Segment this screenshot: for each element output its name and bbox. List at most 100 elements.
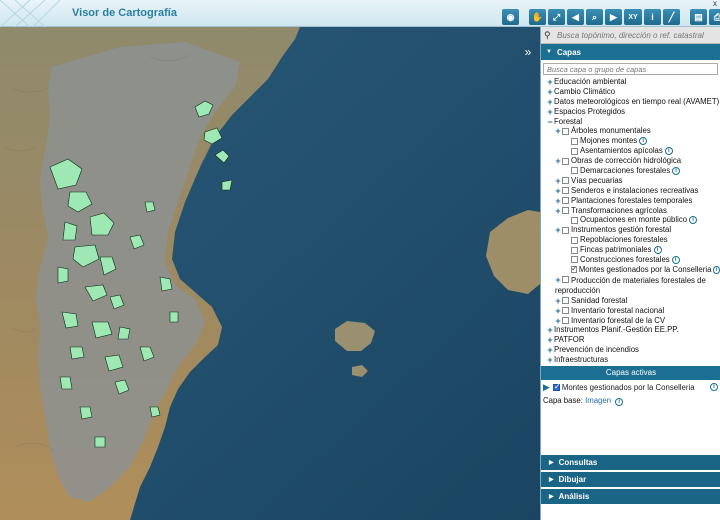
layer-tree-item[interactable]: + Instrumentos gestión forestal: [547, 225, 720, 235]
basemap-value[interactable]: Imagen: [585, 396, 611, 405]
layers-section-header[interactable]: ▼ Capas: [541, 44, 720, 60]
layer-tree-item[interactable]: Asentamientos apícolas i: [547, 146, 720, 156]
measure-tool-button[interactable]: ╱: [663, 9, 680, 25]
expand-icon[interactable]: +: [555, 306, 561, 316]
layer-tree-item[interactable]: + Árboles monumentales: [547, 126, 720, 136]
eye-tool-button[interactable]: ◉: [502, 9, 519, 25]
play-icon[interactable]: ▶: [543, 382, 550, 393]
layer-tree-item[interactable]: + Infraestructuras: [547, 355, 720, 365]
layer-tree-item[interactable]: Demarcaciones forestales i: [547, 166, 720, 176]
layer-checkbox[interactable]: [562, 307, 569, 315]
expand-icon[interactable]: +: [547, 77, 553, 87]
layer-tree-item[interactable]: + Transformaciones agrícolas: [547, 206, 720, 216]
active-layer-row[interactable]: ▶ Montes gestionados por la Conselleria …: [543, 381, 719, 393]
layer-tree-item[interactable]: Montes gestionados por la Conselleriai: [547, 264, 720, 275]
info-icon[interactable]: i: [672, 166, 681, 175]
expand-panel-icon[interactable]: »: [520, 45, 536, 61]
layer-checkbox[interactable]: [562, 207, 569, 215]
search-input[interactable]: [554, 30, 714, 40]
forward-tool-button[interactable]: ▶: [605, 9, 622, 25]
active-layer-checkbox[interactable]: [552, 382, 561, 391]
expand-icon[interactable]: +: [547, 107, 553, 117]
layer-tree-item[interactable]: + Prevención de incendios: [547, 345, 720, 355]
expand-icon[interactable]: +: [555, 196, 561, 206]
expand-icon[interactable]: +: [555, 316, 561, 326]
layer-tree-item[interactable]: + Inventario forestal nacional: [547, 306, 720, 316]
layer-tree-item[interactable]: + Espacios Protegidos: [547, 107, 720, 117]
expand-icon[interactable]: +: [555, 176, 561, 186]
expand-icon[interactable]: +: [547, 325, 553, 335]
expand-icon[interactable]: +: [547, 97, 553, 107]
collapse-icon[interactable]: −: [547, 117, 553, 127]
expand-icon[interactable]: +: [555, 206, 561, 216]
layer-checkbox[interactable]: [562, 275, 569, 283]
layer-tree-item[interactable]: + Producción de materiales forestales de …: [547, 275, 720, 296]
layer-checkbox[interactable]: [571, 216, 578, 224]
pan-tool-button[interactable]: ✋: [529, 9, 546, 25]
layer-tree-item[interactable]: Fincas patrimoniales i: [547, 245, 720, 255]
print-preview-tool-button[interactable]: ▤: [690, 9, 707, 25]
layer-checkbox[interactable]: [571, 167, 578, 175]
layer-tree-item[interactable]: + Cambio Climático: [547, 87, 720, 97]
layer-tree-item[interactable]: + Vías pecuarias: [547, 176, 720, 186]
layer-tree-item[interactable]: + Plantaciones forestales temporales: [547, 196, 720, 206]
layer-checkbox[interactable]: [562, 226, 569, 234]
layer-checkbox[interactable]: [571, 246, 578, 254]
layer-search-input[interactable]: [544, 64, 717, 74]
layer-tree-item[interactable]: + Instrumentos Planif.-Gestión EE.PP.: [547, 325, 720, 335]
expand-icon[interactable]: +: [555, 225, 561, 235]
zoom-tool-button[interactable]: ⌕: [586, 9, 603, 25]
layer-checkbox[interactable]: [562, 177, 569, 185]
expand-icon[interactable]: +: [547, 87, 553, 97]
layer-checkbox[interactable]: [562, 317, 569, 325]
layer-checkbox[interactable]: [562, 187, 569, 195]
layer-tree-item[interactable]: + Obras de corrección hidrológica: [547, 156, 720, 166]
layer-tree-item[interactable]: + Sanidad forestal: [547, 296, 720, 306]
expand-icon[interactable]: +: [547, 345, 553, 355]
zoom-extent-tool-button[interactable]: ⤢: [548, 9, 565, 25]
layer-tree-item[interactable]: − Forestal: [547, 117, 720, 127]
expand-icon[interactable]: +: [555, 126, 561, 136]
layer-tree-item[interactable]: + PATFOR: [547, 335, 720, 345]
layer-checkbox[interactable]: [562, 297, 569, 305]
layer-checkbox[interactable]: [562, 127, 569, 135]
dibujar-section-header[interactable]: ▶ Dibujar: [541, 472, 720, 487]
map-image[interactable]: [0, 27, 540, 520]
layer-checkbox[interactable]: [571, 256, 578, 264]
expand-icon[interactable]: +: [555, 296, 561, 306]
xy-tool-button[interactable]: XY: [624, 9, 642, 25]
map-view[interactable]: »: [0, 27, 540, 520]
info-icon[interactable]: i: [689, 216, 698, 225]
info-icon[interactable]: i: [671, 255, 680, 264]
info-icon[interactable]: i: [653, 246, 662, 255]
layer-checkbox[interactable]: [562, 157, 569, 165]
info-icon[interactable]: i: [615, 398, 624, 406]
info-icon[interactable]: i: [664, 147, 673, 156]
info-tool-button[interactable]: i: [644, 9, 661, 25]
layer-tree-item[interactable]: + Educación ambiental: [547, 77, 720, 87]
layer-tree-item[interactable]: Mojones montes i: [547, 136, 720, 146]
info-icon[interactable]: i: [713, 265, 720, 274]
layer-tree-item[interactable]: Repoblaciones forestales: [547, 235, 720, 245]
info-icon[interactable]: i: [639, 137, 648, 146]
layer-checkbox[interactable]: [571, 137, 578, 145]
expand-icon[interactable]: +: [547, 355, 553, 365]
close-icon[interactable]: x: [713, 0, 717, 8]
back-tool-button[interactable]: ◀: [567, 9, 584, 25]
layer-checkbox[interactable]: [571, 147, 578, 155]
analisis-section-header[interactable]: ▶ Análisis: [541, 489, 720, 504]
layer-checkbox[interactable]: [562, 197, 569, 205]
layer-tree-item[interactable]: Ocupaciones en monte público i: [547, 215, 720, 225]
layer-tree-item[interactable]: + Senderos e instalaciones recreativas: [547, 186, 720, 196]
expand-icon[interactable]: +: [555, 275, 561, 285]
layer-checkbox[interactable]: [571, 264, 577, 274]
expand-icon[interactable]: +: [547, 335, 553, 345]
expand-icon[interactable]: +: [555, 186, 561, 196]
info-icon[interactable]: i: [710, 383, 718, 391]
print-tool-button[interactable]: ⎙: [709, 9, 720, 25]
layer-tree-item[interactable]: + Inventario forestal de la CV: [547, 316, 720, 326]
consultas-section-header[interactable]: ▶ Consultas: [541, 455, 720, 470]
layer-checkbox[interactable]: [571, 236, 578, 244]
layer-tree-item[interactable]: + Datos meteorológicos en tiempo real (AV…: [547, 97, 720, 107]
expand-icon[interactable]: +: [555, 156, 561, 166]
